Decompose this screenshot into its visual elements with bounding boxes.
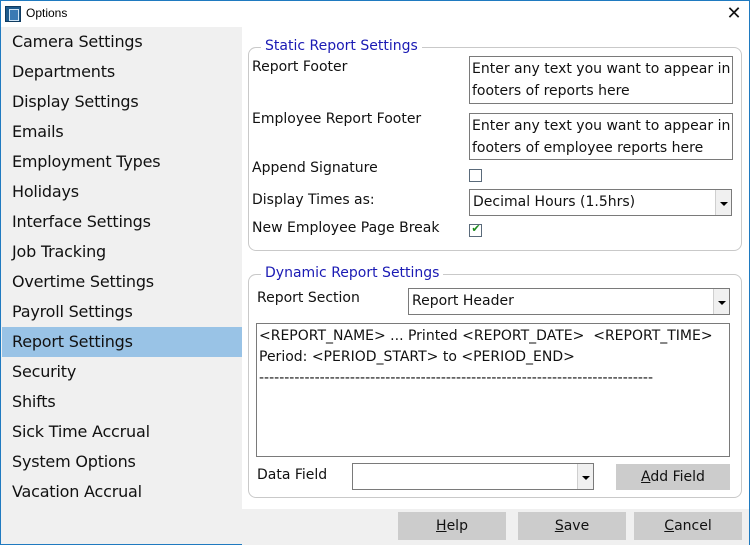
append-signature-label: Append Signature: [252, 160, 378, 176]
sidebar-item-interface-settings[interactable]: Interface Settings: [2, 207, 242, 237]
static-report-settings-title: Static Report Settings: [261, 38, 422, 54]
sidebar-item-holidays[interactable]: Holidays: [2, 177, 242, 207]
sidebar-item-departments[interactable]: Departments: [2, 57, 242, 87]
sidebar-item-report-settings[interactable]: Report Settings: [2, 327, 242, 357]
data-field-select[interactable]: [352, 463, 594, 490]
dynamic-report-settings-title: Dynamic Report Settings: [261, 265, 444, 281]
options-window: Options ✕ Camera Settings Departments Disp…: [0, 0, 750, 545]
sidebar-item-camera-settings[interactable]: Camera Settings: [2, 27, 242, 57]
report-section-value: Report Header: [412, 293, 514, 309]
close-button[interactable]: ✕: [721, 3, 747, 25]
report-footer-input[interactable]: Enter any text you want to appear in foo…: [469, 56, 733, 104]
chevron-down-icon[interactable]: [713, 289, 729, 314]
add-field-button[interactable]: Add Field: [616, 464, 730, 490]
sidebar-item-system-options[interactable]: System Options: [2, 447, 242, 477]
window-title: Options: [26, 6, 68, 20]
sidebar-item-overtime-settings[interactable]: Overtime Settings: [2, 267, 242, 297]
sidebar-item-job-tracking[interactable]: Job Tracking: [2, 237, 242, 267]
employee-report-footer-label: Employee Report Footer: [252, 111, 422, 127]
report-footer-label: Report Footer: [252, 59, 348, 75]
sidebar-item-vacation-accrual[interactable]: Vacation Accrual: [2, 477, 242, 507]
sidebar-item-display-settings[interactable]: Display Settings: [2, 87, 242, 117]
report-section-select[interactable]: Report Header: [408, 288, 730, 315]
dialog-footer: Help Save Cancel: [242, 509, 749, 545]
sidebar-item-payroll-settings[interactable]: Payroll Settings: [2, 297, 242, 327]
display-times-value: Decimal Hours (1.5hrs): [473, 194, 636, 210]
checkmark-icon: ✔: [471, 222, 481, 235]
page-break-checkbox[interactable]: ✔: [469, 222, 482, 237]
display-times-select[interactable]: Decimal Hours (1.5hrs): [469, 189, 732, 216]
sidebar-item-sick-time-accrual[interactable]: Sick Time Accrual: [2, 417, 242, 447]
append-signature-checkbox[interactable]: [469, 169, 482, 182]
app-icon: [5, 6, 21, 22]
report-section-label: Report Section: [257, 290, 360, 306]
help-button[interactable]: Help: [398, 512, 506, 540]
employee-report-footer-input[interactable]: Enter any text you want to appear in foo…: [469, 113, 733, 160]
display-times-label: Display Times as:: [252, 192, 375, 208]
sidebar-item-shifts[interactable]: Shifts: [2, 387, 242, 417]
chevron-down-icon[interactable]: [715, 190, 731, 215]
title-bar: Options ✕: [1, 1, 749, 27]
options-sidebar: Camera Settings Departments Display Settin…: [2, 27, 242, 509]
chevron-down-icon[interactable]: [577, 464, 593, 489]
report-settings-panel: Static Report Settings Report Footer Ent…: [242, 27, 749, 509]
data-field-label: Data Field: [257, 467, 328, 483]
cancel-button[interactable]: Cancel: [634, 512, 742, 540]
save-button[interactable]: Save: [518, 512, 626, 540]
sidebar-item-employment-types[interactable]: Employment Types: [2, 147, 242, 177]
sidebar-item-emails[interactable]: Emails: [2, 117, 242, 147]
sidebar-item-security[interactable]: Security: [2, 357, 242, 387]
report-template-textarea[interactable]: <REPORT_NAME> ... Printed <REPORT_DATE> …: [256, 323, 730, 457]
page-break-label: New Employee Page Break: [252, 220, 440, 236]
